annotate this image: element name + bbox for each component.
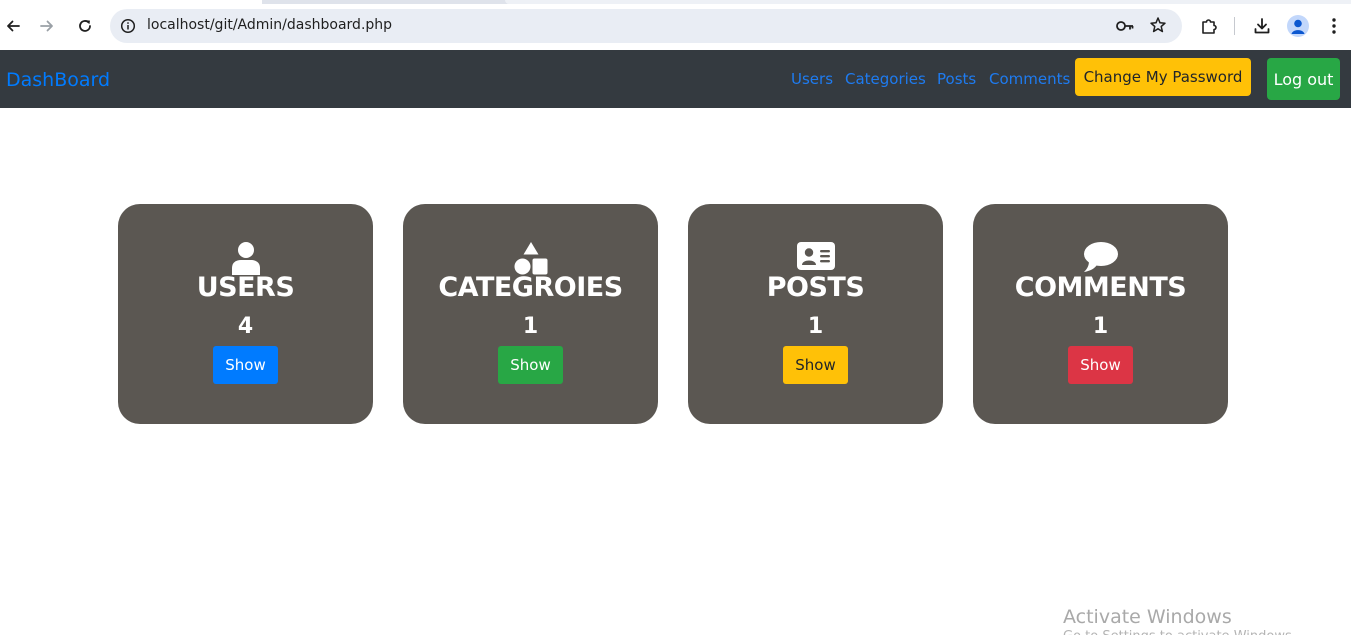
- card-count: 1: [522, 314, 539, 339]
- categories-show-button[interactable]: Show: [498, 346, 563, 384]
- users-card: USERS 4 Show: [118, 204, 373, 424]
- card-count: 1: [807, 314, 824, 339]
- tab-strip: [0, 0, 1351, 4]
- card-count: 1: [1092, 314, 1109, 339]
- top-navbar: DashBoard Users Categories Posts Comment…: [0, 50, 1351, 108]
- toolbar-divider: [1234, 17, 1235, 35]
- bookmark-button[interactable]: [1149, 16, 1167, 39]
- shapes-icon: [514, 242, 547, 275]
- back-button[interactable]: [0, 13, 26, 39]
- comments-card: COMMENTS 1 Show: [973, 204, 1228, 424]
- active-tab[interactable]: [0, 0, 262, 4]
- id-card-icon: [796, 242, 835, 270]
- download-icon: [1254, 18, 1270, 34]
- downloads-button[interactable]: [1250, 14, 1274, 38]
- avatar-icon: [1291, 19, 1305, 34]
- card-title: USERS: [196, 272, 295, 303]
- card-title: COMMENTS: [1014, 272, 1187, 303]
- password-key-button[interactable]: [1115, 17, 1135, 40]
- puzzle-icon: [1202, 19, 1217, 34]
- card-count: 4: [237, 314, 254, 339]
- card-title: POSTS: [766, 272, 865, 303]
- reload-button[interactable]: [72, 13, 98, 39]
- card-title: CATEGROIES: [438, 272, 623, 303]
- reload-icon: [79, 20, 91, 32]
- posts-show-button[interactable]: Show: [783, 346, 848, 384]
- browser-menu-button[interactable]: [1322, 14, 1346, 38]
- key-icon: [1116, 21, 1134, 31]
- profile-avatar[interactable]: [1287, 15, 1309, 37]
- extensions-button[interactable]: [1197, 14, 1221, 38]
- nav-link-users[interactable]: Users: [791, 70, 833, 88]
- change-password-button[interactable]: Change My Password: [1075, 58, 1251, 96]
- arrow-left-icon: [7, 20, 20, 32]
- inactive-tab[interactable]: [505, 0, 1351, 4]
- posts-card: POSTS 1 Show: [688, 204, 943, 424]
- site-info-button[interactable]: [118, 16, 138, 36]
- activate-windows-watermark: Activate Windows: [1063, 606, 1232, 628]
- user-icon: [231, 242, 260, 275]
- comment-icon: [1083, 242, 1118, 272]
- nav-link-comments[interactable]: Comments: [989, 70, 1070, 88]
- url-text[interactable]: localhost/git/Admin/dashboard.php: [147, 17, 392, 33]
- comments-show-button[interactable]: Show: [1068, 346, 1133, 384]
- kebab-menu-icon: [1332, 18, 1336, 34]
- info-icon: [120, 18, 136, 34]
- address-bar[interactable]: localhost/git/Admin/dashboard.php: [110, 9, 1182, 43]
- users-show-button[interactable]: Show: [213, 346, 278, 384]
- logout-button[interactable]: Log out: [1267, 58, 1340, 100]
- nav-link-posts[interactable]: Posts: [937, 70, 976, 88]
- categories-card: CATEGROIES 1 Show: [403, 204, 658, 424]
- arrow-right-icon: [40, 20, 53, 32]
- forward-button[interactable]: [34, 13, 60, 39]
- star-icon: [1150, 17, 1166, 33]
- brand-link[interactable]: DashBoard: [6, 69, 110, 91]
- nav-link-categories[interactable]: Categories: [845, 70, 926, 88]
- activate-windows-subtext: Go to Settings to activate Windows.: [1063, 629, 1296, 635]
- browser-toolbar: localhost/git/Admin/dashboard.php: [0, 0, 1351, 50]
